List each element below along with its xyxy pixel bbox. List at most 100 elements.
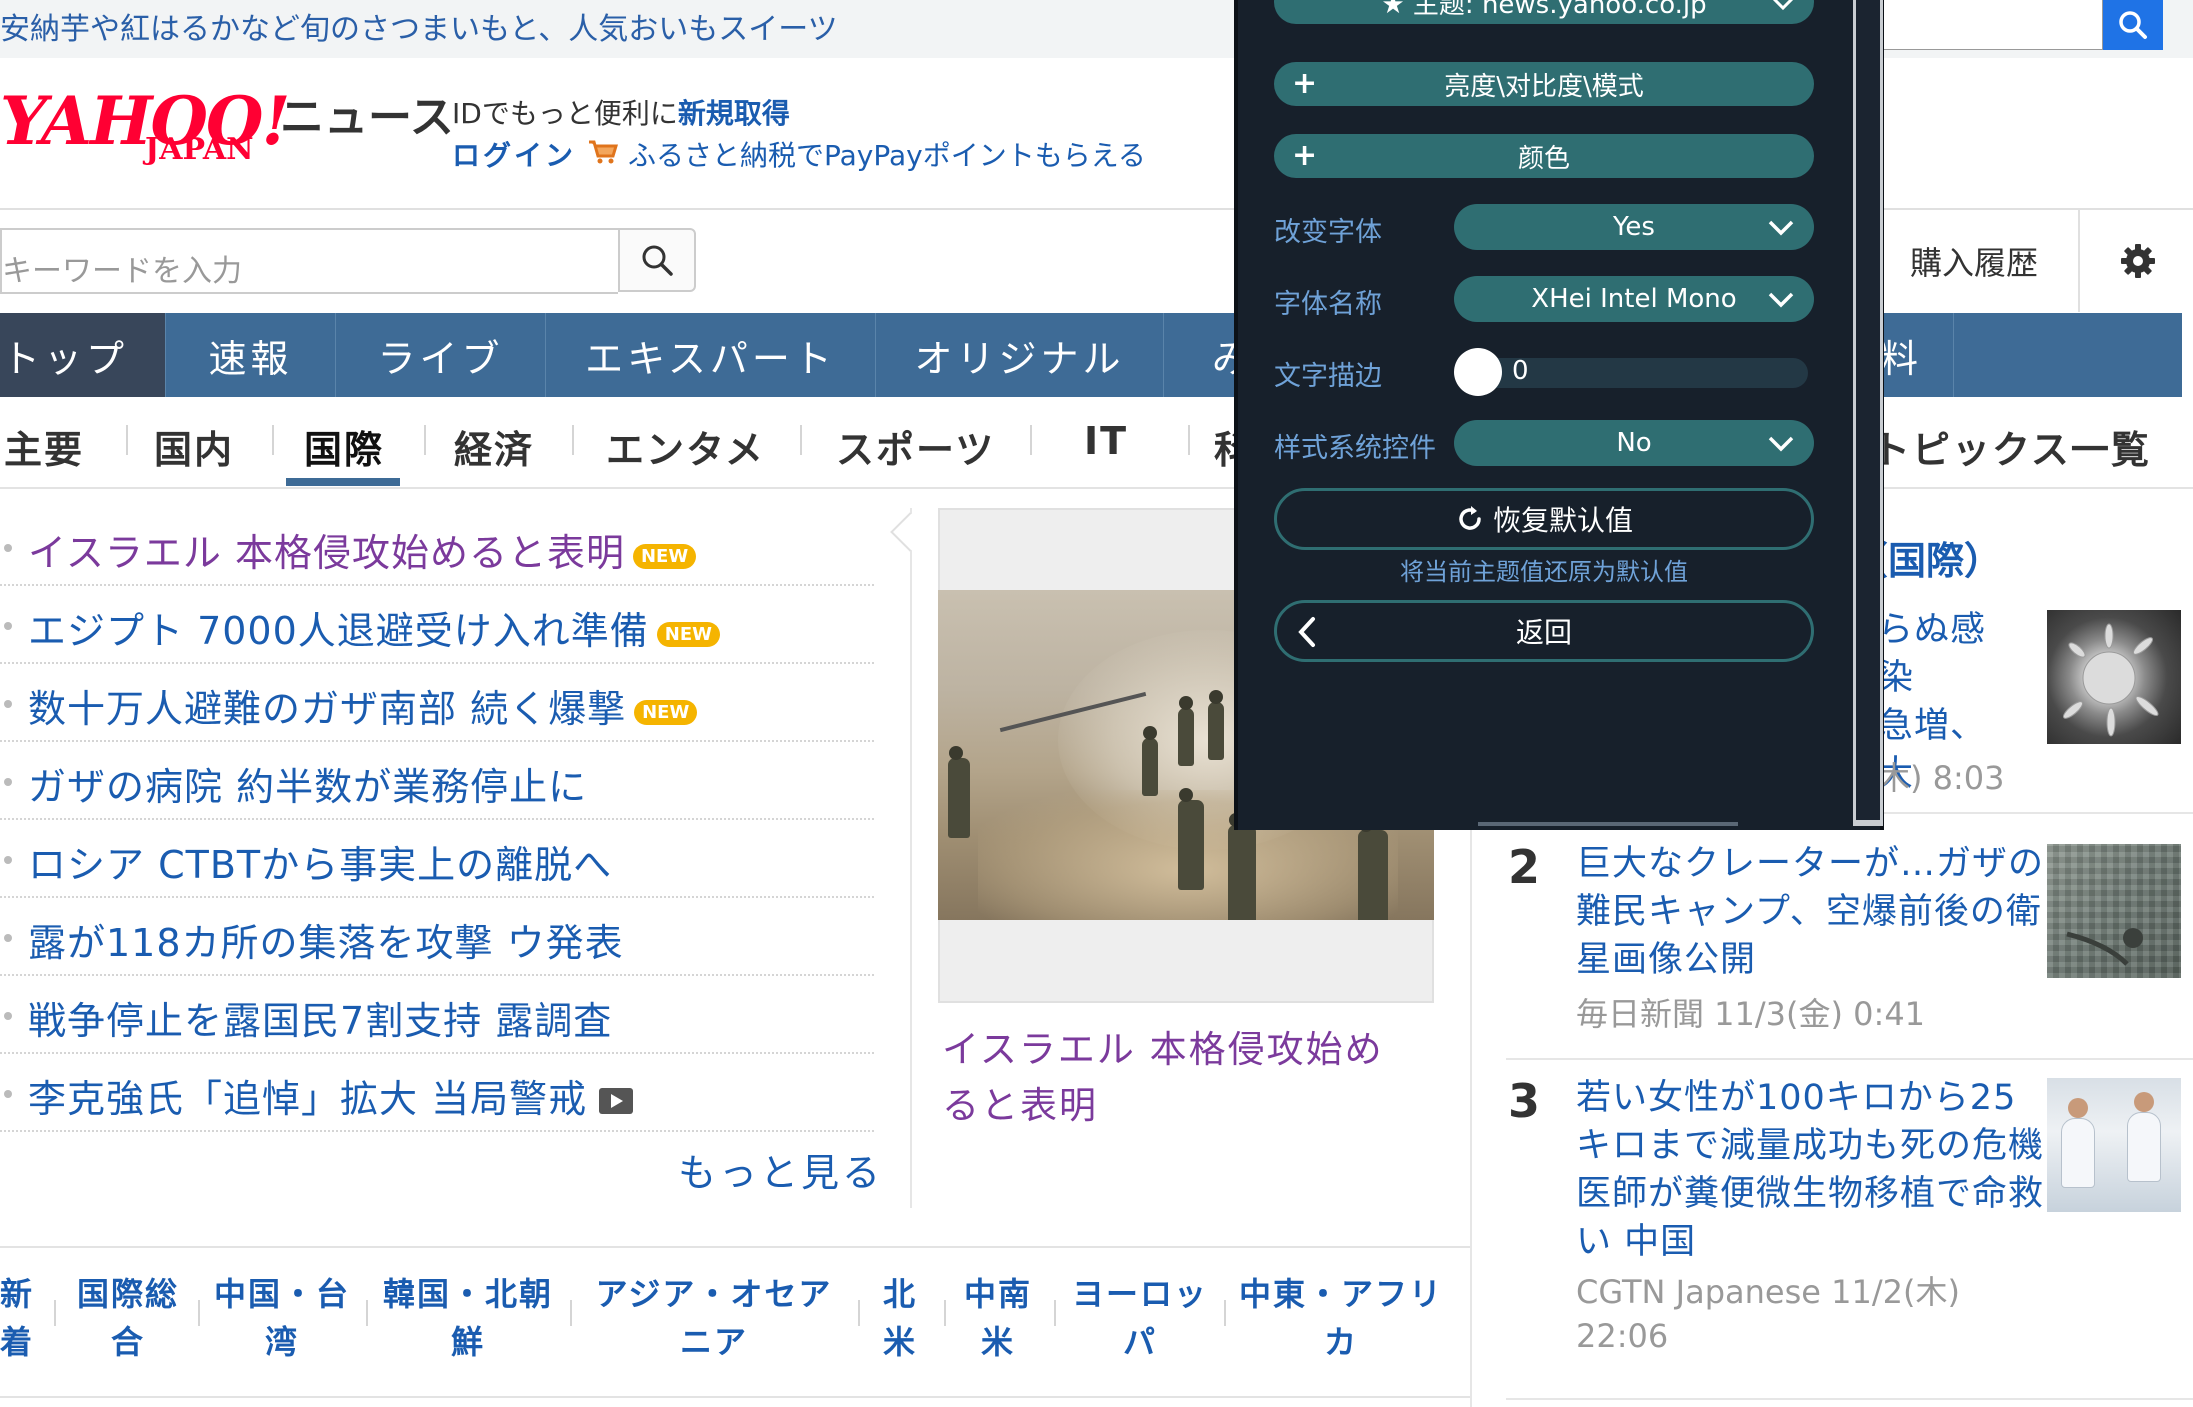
- headline-item[interactable]: ガザの病院 約半数が業務停止に: [0, 742, 874, 820]
- region-line[interactable]: 米: [883, 1323, 917, 1361]
- region-line[interactable]: ヨーロッ: [1072, 1275, 1208, 1313]
- ranking-thumbnail[interactable]: [2047, 1078, 2181, 1212]
- headline-text[interactable]: イスラエル 本格侵攻始めると表明 NEW: [28, 522, 697, 577]
- brightness-section-toggle[interactable]: + 亮度\对比度\模式: [1274, 62, 1814, 106]
- region-line[interactable]: 新: [0, 1275, 34, 1313]
- headline-title[interactable]: 李克強氏「追悼」拡大 当局警戒: [28, 1077, 587, 1121]
- category-separator: [126, 425, 128, 455]
- keyword-search-input[interactable]: キーワードを入力: [0, 228, 618, 294]
- ranking-title[interactable]: 巨大なクレーターが…ガザの難民キャンプ、空爆前後の衛星画像公開: [1576, 840, 2046, 984]
- headline-text[interactable]: 李克強氏「追悼」拡大 当局警戒: [28, 1068, 634, 1123]
- headline-title[interactable]: 数十万人避難のガザ南部 続く爆撃: [28, 687, 626, 731]
- ranking-item-2[interactable]: 2 巨大なクレーターが…ガザの難民キャンプ、空爆前後の衛星画像公開 毎日新聞 1…: [1508, 840, 2068, 1040]
- bullet: [4, 622, 12, 630]
- login-link[interactable]: ログイン: [452, 134, 576, 174]
- region-latin-america[interactable]: 中南米: [958, 1270, 1038, 1366]
- id-prefix-text: IDでもっと便利に: [452, 97, 678, 130]
- main-nav-breaking[interactable]: 速報: [166, 313, 336, 397]
- headline-item[interactable]: ロシア CTBTから事実上の離脱へ: [0, 820, 874, 898]
- color-section-toggle[interactable]: + 颜色: [1274, 134, 1814, 178]
- headline-text[interactable]: ガザの病院 約半数が業務停止に: [28, 756, 587, 811]
- category-entertainment[interactable]: エンタメ: [606, 419, 765, 474]
- category-economy[interactable]: 経済: [454, 419, 534, 474]
- region-europe[interactable]: ヨーロッパ: [1068, 1270, 1212, 1366]
- region-line[interactable]: 北: [883, 1275, 917, 1313]
- region-line[interactable]: 中東・アフリ: [1239, 1275, 1443, 1313]
- category-domestic[interactable]: 国内: [154, 419, 234, 474]
- category-main[interactable]: 主要: [4, 419, 84, 474]
- reset-defaults-button[interactable]: 恢复默认值: [1274, 488, 1814, 550]
- headline-item[interactable]: 数十万人避難のガザ南部 続く爆撃 NEW: [0, 664, 874, 742]
- bullet: [4, 856, 12, 864]
- font-name-select[interactable]: XHei Intel Mono: [1454, 276, 1814, 322]
- main-nav-top[interactable]: トップ: [0, 313, 166, 397]
- settings-button[interactable]: [2082, 210, 2193, 312]
- featured-caption[interactable]: イスラエル 本格侵攻始めると表明: [942, 1022, 1422, 1134]
- region-line[interactable]: 合: [111, 1323, 145, 1361]
- text-stroke-slider-handle[interactable]: [1454, 348, 1502, 396]
- headline-item[interactable]: エジプト 7000人退避受け入れ準備 NEW: [0, 586, 874, 664]
- headline-item[interactable]: 李克強氏「追悼」拡大 当局警戒: [0, 1054, 874, 1132]
- region-line[interactable]: 湾: [265, 1323, 299, 1361]
- more-link[interactable]: もっと見る: [678, 1142, 883, 1197]
- main-nav-original[interactable]: オリジナル: [876, 313, 1164, 397]
- main-nav-expert[interactable]: エキスパート: [546, 313, 876, 397]
- furusato-text[interactable]: ふるさと納税でPayPayポイントもらえる: [628, 139, 1146, 172]
- ranking-title-line[interactable]: らぬ感染: [1878, 610, 1986, 698]
- headline-text[interactable]: エジプト 7000人退避受け入れ準備 NEW: [28, 600, 721, 655]
- region-world-general[interactable]: 国際総合: [70, 1270, 186, 1366]
- region-north-america[interactable]: 北米: [872, 1270, 928, 1366]
- signup-link[interactable]: 新規取得: [678, 97, 790, 130]
- theme-select[interactable]: ★ 主题: news.yahoo.co.jp: [1274, 0, 1814, 24]
- headline-item[interactable]: 露が118カ所の集落を攻撃 ウ発表: [0, 898, 874, 976]
- region-middle-east-africa[interactable]: 中東・アフリカ: [1238, 1270, 1444, 1366]
- category-international[interactable]: 国際: [304, 419, 384, 474]
- category-sports[interactable]: スポーツ: [836, 419, 995, 474]
- region-line[interactable]: 韓国・北朝: [383, 1275, 553, 1313]
- yahoo-logo-japan: JAPAN: [145, 132, 254, 167]
- region-line[interactable]: パ: [1123, 1323, 1157, 1361]
- region-line[interactable]: 中国・台: [214, 1275, 350, 1313]
- region-line[interactable]: 鮮: [451, 1323, 485, 1361]
- headline-item[interactable]: イスラエル 本格侵攻始めると表明 NEW: [0, 508, 874, 586]
- headline-title[interactable]: エジプト 7000人退避受け入れ準備: [28, 609, 649, 653]
- region-line[interactable]: カ: [1324, 1323, 1358, 1361]
- ranking-item-3[interactable]: 3 若い女性が100キロから25キロまで減量成功も死の危機 医師が糞便微生物移植…: [1508, 1074, 2068, 1374]
- panel-scrollbar-thumb[interactable]: [1856, 0, 1880, 820]
- region-asia-oceania[interactable]: アジア・オセア ニア: [584, 1270, 844, 1366]
- headline-text[interactable]: 戦争停止を露国民7割支持 露調査: [28, 990, 612, 1045]
- back-button[interactable]: 返回: [1274, 600, 1814, 662]
- region-korea[interactable]: 韓国・北朝鮮: [380, 1270, 556, 1366]
- promo-text[interactable]: 安納芋や紅はるかなど旬のさつまいもと、人気おいもスイーツ: [0, 4, 838, 48]
- theme-settings-panel: [1234, 0, 1884, 830]
- top-search-input[interactable]: [1860, 0, 2103, 50]
- keyword-search-button[interactable]: [618, 228, 696, 292]
- ranking-thumbnail[interactable]: [2047, 844, 2181, 978]
- headline-title[interactable]: イスラエル 本格侵攻始めると表明: [28, 531, 625, 575]
- headline-item[interactable]: 戦争停止を露国民7割支持 露調査: [0, 976, 874, 1054]
- chevron-down-icon: [1768, 285, 1794, 315]
- region-china-taiwan[interactable]: 中国・台湾: [212, 1270, 352, 1366]
- purchase-history-link[interactable]: 購入履歴: [1870, 210, 2080, 312]
- news-logo-text[interactable]: ニュース: [280, 96, 454, 140]
- system-controls-select[interactable]: No: [1454, 420, 1814, 466]
- headline-text[interactable]: 露が118カ所の集落を攻撃 ウ発表: [28, 912, 624, 967]
- top-search-button[interactable]: [2103, 0, 2163, 50]
- region-line[interactable]: 米: [981, 1323, 1015, 1361]
- headline-text[interactable]: ロシア CTBTから事実上の離脱へ: [28, 834, 612, 889]
- change-font-select[interactable]: Yes: [1454, 204, 1814, 250]
- ranking-title[interactable]: 若い女性が100キロから25キロまで減量成功も死の危機 医師が糞便微生物移植で命…: [1576, 1074, 2046, 1266]
- main-nav-live[interactable]: ライブ: [336, 313, 546, 397]
- ranking-number: 3: [1508, 1074, 1541, 1128]
- ranking-thumbnail[interactable]: [2047, 610, 2181, 744]
- topics-list-link[interactable]: トピックス一覧: [1872, 419, 2151, 474]
- category-it[interactable]: IT: [1084, 419, 1128, 463]
- region-latest[interactable]: 新着: [0, 1270, 34, 1366]
- furusato-link[interactable]: ふるさと納税でPayPayポイントもらえる: [588, 134, 1146, 174]
- region-line[interactable]: 国際総: [77, 1275, 179, 1313]
- region-line[interactable]: ニア: [680, 1323, 748, 1361]
- region-line[interactable]: アジア・オセア: [596, 1275, 833, 1313]
- headline-text[interactable]: 数十万人避難のガザ南部 続く爆撃 NEW: [28, 678, 698, 733]
- region-line[interactable]: 着: [0, 1323, 34, 1361]
- region-line[interactable]: 中南: [964, 1275, 1032, 1313]
